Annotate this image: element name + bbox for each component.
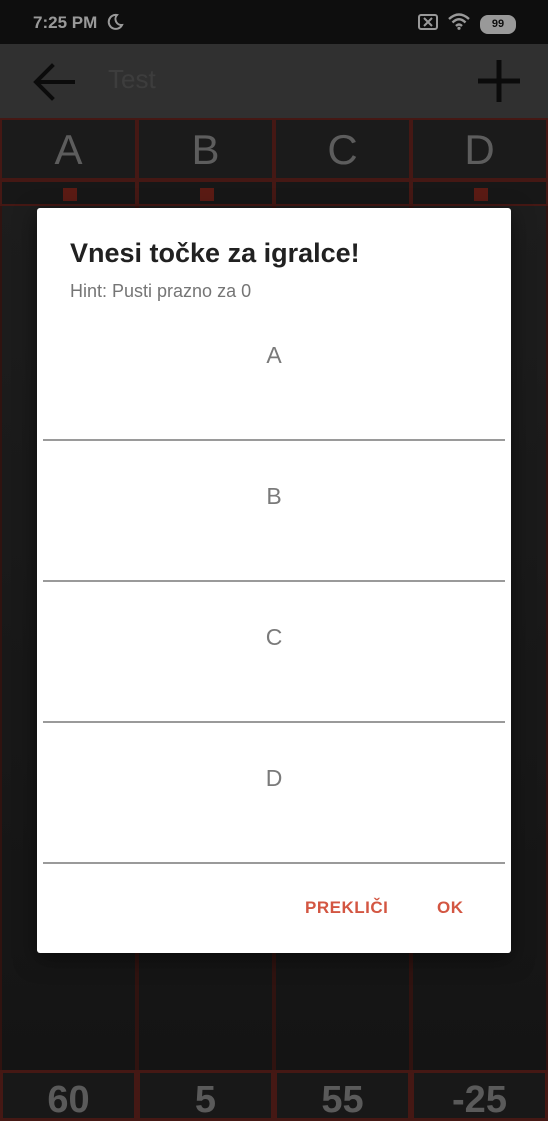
ok-button[interactable]: OK: [437, 898, 464, 918]
dialog-title: Vnesi točke za igralce!: [70, 238, 360, 268]
screen: 7:25 PM 99 Test A B C D 60 5 55 -25 Vnes…: [0, 0, 548, 1121]
field-underline: [43, 721, 505, 723]
points-field-c: C: [43, 600, 509, 741]
points-input-a[interactable]: [43, 370, 509, 438]
cancel-button[interactable]: PREKLIČI: [305, 898, 388, 918]
field-underline: [43, 439, 505, 441]
field-underline: [43, 580, 505, 582]
field-label-c: C: [265, 624, 283, 650]
points-input-d[interactable]: [43, 793, 509, 861]
field-label-b: B: [266, 483, 282, 509]
points-dialog: Vnesi točke za igralce! Hint: Pusti praz…: [37, 208, 511, 953]
points-input-c[interactable]: [43, 652, 509, 720]
dialog-hint: Hint: Pusti prazno za 0: [70, 281, 252, 301]
points-field-b: B: [43, 459, 509, 600]
points-field-a: A: [43, 318, 509, 459]
points-input-b[interactable]: [43, 511, 509, 579]
points-field-d: D: [43, 741, 509, 882]
field-label-d: D: [265, 765, 283, 791]
field-label-a: A: [266, 342, 282, 368]
field-underline: [43, 862, 505, 864]
